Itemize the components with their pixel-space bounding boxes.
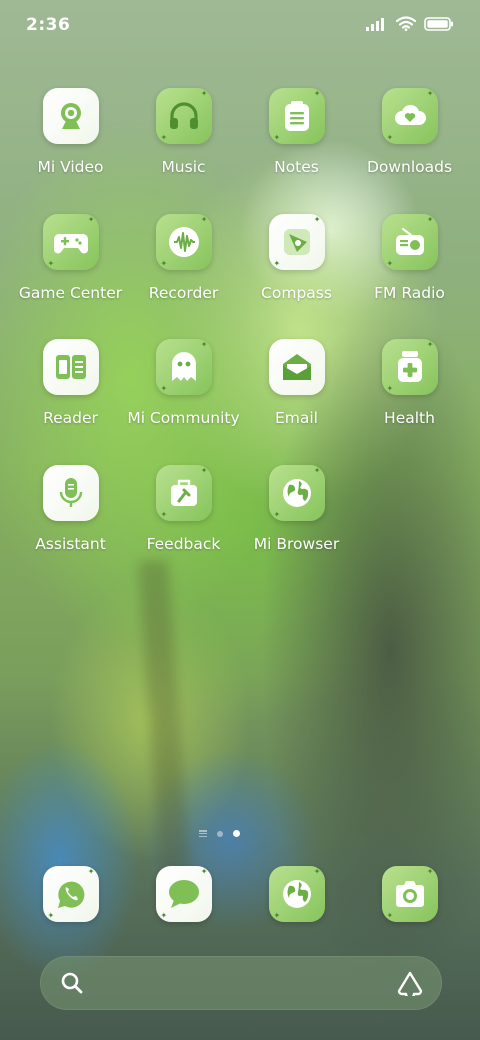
- search-bar[interactable]: [40, 956, 442, 1010]
- book-icon: [55, 355, 86, 379]
- app-drawer-indicator-icon: [199, 830, 207, 837]
- microphone-icon: [59, 477, 82, 507]
- app-label: Mi Browser: [253, 534, 340, 553]
- notepad-icon: [284, 101, 309, 131]
- app-label: Downloads: [366, 158, 453, 176]
- message-bubble-icon: [168, 880, 199, 908]
- app-recorder[interactable]: ✦ ✦ Recorder: [127, 213, 240, 340]
- wifi-icon: [396, 16, 416, 31]
- medicine-jar-icon: [397, 351, 422, 382]
- waveform-icon: [168, 226, 199, 257]
- camera-app-icon[interactable]: ✦ ✦: [381, 866, 438, 922]
- app-label: Recorder: [148, 283, 219, 302]
- dock-messages[interactable]: ✦ ✦: [127, 866, 240, 922]
- app-feedback[interactable]: ✦ ✦ Feedback: [127, 464, 240, 591]
- app-downloads[interactable]: ✦ ✦ Downloads: [353, 88, 466, 214]
- app-label: Music: [161, 158, 206, 176]
- app-music[interactable]: ✦ ✦ Music: [127, 88, 240, 214]
- app-label: Reader: [43, 409, 98, 427]
- gamepad-icon: [53, 233, 88, 253]
- app-label: Compass: [261, 283, 332, 302]
- cloud-download-icon: [394, 104, 426, 125]
- messages-app-icon[interactable]: ✦ ✦: [155, 866, 212, 922]
- app-notes[interactable]: ✦ ✦ Notes: [240, 88, 353, 214]
- mi-video-app-icon[interactable]: [42, 88, 99, 144]
- phone-icon: [57, 881, 84, 908]
- app-fm-radio[interactable]: ✦ ✦ FM Radio: [353, 213, 466, 340]
- toolbox-icon: [170, 479, 197, 506]
- browser-app-icon[interactable]: ✦ ✦: [268, 866, 325, 922]
- phone-app-icon[interactable]: ✦ ✦: [42, 866, 99, 922]
- app-label: Assistant: [35, 534, 106, 553]
- health-app-icon[interactable]: ✦ ✦: [381, 339, 438, 395]
- assistant-app-icon[interactable]: [42, 464, 99, 521]
- app-mi-video[interactable]: Mi Video: [14, 88, 127, 214]
- globe-icon: [282, 880, 311, 908]
- app-assistant[interactable]: Assistant: [14, 464, 127, 591]
- app-label: Notes: [274, 158, 319, 176]
- app-reader[interactable]: Reader: [14, 339, 127, 465]
- app-health[interactable]: ✦ ✦ Health: [353, 339, 466, 465]
- page-dot: [217, 830, 223, 837]
- feedback-app-icon[interactable]: ✦ ✦: [155, 464, 212, 521]
- app-compass[interactable]: ✦ ✦ Compass: [240, 213, 353, 340]
- reader-app-icon[interactable]: [42, 339, 99, 395]
- radio-icon: [395, 227, 424, 255]
- signal-icon: [366, 17, 384, 31]
- music-app-icon[interactable]: ✦ ✦: [155, 88, 212, 144]
- compass-icon: [283, 228, 310, 255]
- app-game-center[interactable]: ✦ ✦ Game Center: [14, 213, 127, 340]
- dock: ✦ ✦ ✦ ✦ ✦ ✦ ✦ ✦: [14, 866, 466, 922]
- mi-browser-app-icon[interactable]: ✦ ✦: [268, 464, 325, 521]
- webcam-icon: [60, 103, 81, 129]
- ghost-icon: [171, 352, 196, 381]
- assistant-icon[interactable]: [396, 970, 424, 996]
- app-email[interactable]: Email: [240, 339, 353, 465]
- app-label: Game Center: [18, 283, 123, 302]
- notes-app-icon[interactable]: ✦ ✦: [268, 88, 325, 144]
- app-mi-community[interactable]: ✦ ✦ Mi Community: [127, 339, 240, 465]
- battery-icon: [424, 16, 453, 31]
- app-label: Email: [274, 409, 318, 427]
- app-label: Health: [384, 409, 435, 427]
- camera-icon: [395, 881, 424, 907]
- status-bar: 2:36: [0, 0, 480, 50]
- mi-community-app-icon[interactable]: ✦ ✦: [155, 339, 212, 395]
- page-indicator[interactable]: [199, 830, 240, 837]
- compass-app-icon[interactable]: ✦ ✦: [268, 213, 325, 270]
- app-grid: Mi Video ✦ ✦ Music ✦ ✦ Notes ✦ ✦ Downloa…: [14, 88, 466, 590]
- globe-icon: [282, 478, 311, 507]
- search-icon[interactable]: [60, 971, 84, 995]
- app-mi-browser[interactable]: ✦ ✦ Mi Browser: [240, 464, 353, 591]
- downloads-app-icon[interactable]: ✦ ✦: [381, 88, 438, 144]
- dock-phone[interactable]: ✦ ✦: [14, 866, 127, 922]
- app-label: Mi Community: [127, 409, 240, 427]
- clock-time: 2:36: [26, 15, 71, 35]
- dock-browser[interactable]: ✦ ✦: [240, 866, 353, 922]
- envelope-icon: [282, 354, 311, 380]
- dock-camera[interactable]: ✦ ✦: [353, 866, 466, 922]
- headphones-icon: [169, 102, 198, 129]
- page-dot-active: [233, 830, 240, 837]
- game-center-app-icon[interactable]: ✦ ✦: [42, 213, 99, 270]
- recorder-app-icon[interactable]: ✦ ✦: [155, 213, 212, 270]
- app-label: Feedback: [146, 534, 221, 553]
- app-label: Mi Video: [37, 158, 104, 176]
- app-label: FM Radio: [374, 283, 445, 302]
- email-app-icon[interactable]: [268, 339, 325, 395]
- fm-radio-app-icon[interactable]: ✦ ✦: [381, 213, 438, 270]
